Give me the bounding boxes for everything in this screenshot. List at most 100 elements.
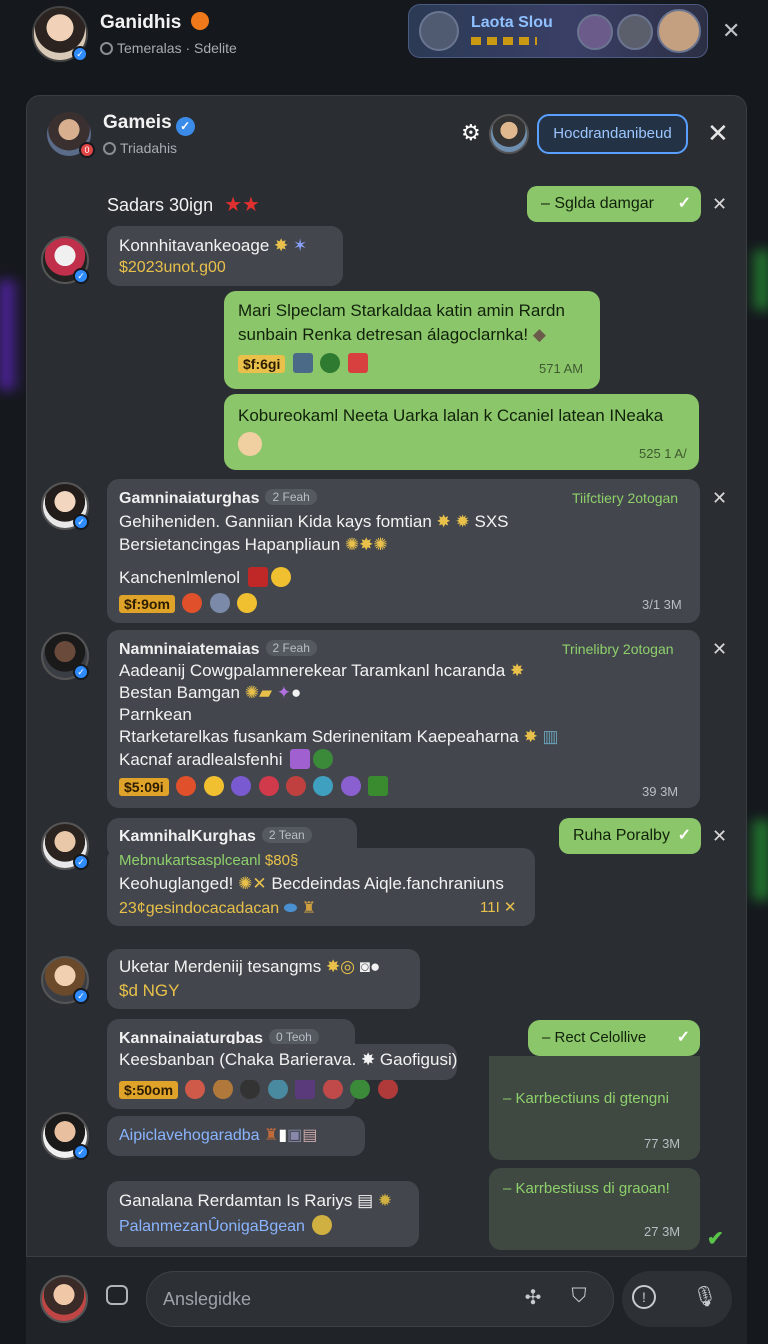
block-icon (247, 567, 268, 587)
bolt-icon (368, 776, 389, 796)
message-time: 77 3M (644, 1136, 681, 1151)
close-icon[interactable]: ✕ (712, 194, 727, 215)
close-icon[interactable]: ✕ (722, 18, 740, 44)
spider-icon: ✶ (293, 236, 308, 255)
sender-name: KamnihalKurghas 2 Tean (119, 827, 312, 846)
avatar[interactable]: ✓ (32, 6, 88, 62)
channel-subtitle: Temeralas · Sdelite (100, 40, 237, 56)
avatar[interactable]: ✓ (41, 956, 89, 1004)
fire-emoji-icon (190, 12, 209, 30)
status-bubble-label: – Karrbectiuns di gtengni (503, 1090, 669, 1107)
message-attachments: $5:09i (119, 776, 389, 797)
info-icon[interactable]: ! (632, 1285, 656, 1309)
message-line: Parnkean (119, 705, 192, 724)
verified-badge-icon: ✓ (73, 664, 89, 680)
status-pill[interactable]: – Sglda damgar ✓ (527, 186, 701, 222)
message-line: sunbain Renka detresan álagoclarnka! ◆ (238, 325, 546, 345)
notification-badge-icon: 0 (79, 142, 95, 158)
sender-name-text: KamnihalKurghas (119, 828, 256, 845)
sticker-icon[interactable] (106, 1285, 128, 1305)
message-text: Konnhitavankeoage ✸ ✶ (119, 236, 307, 256)
message-bubble[interactable]: Gamninaiaturghas 2 Feah Tiifctiery 2otoga… (107, 479, 700, 623)
message-line-tail: Becdeindas Aiqle.fanchraniuns (271, 874, 504, 893)
message-bubble[interactable]: Uketar Merdeniij tesangms ✸◎ ◙● $d NGY (107, 949, 420, 1009)
message-line-text: Gehiheniden. Ganniian Kida kays fomtian (119, 512, 432, 531)
background-glow (748, 250, 768, 310)
sender-tag: 2 Feah (265, 489, 317, 505)
message-bubble[interactable]: Aipiclavehogaradba ♜▮▣▤ (107, 1116, 365, 1156)
message-time: 3/1 3M (642, 597, 682, 612)
snowflake-icon (209, 593, 230, 613)
sender-tag: 0 Teoh (269, 1029, 319, 1045)
sparkle-icon: ✸◎ (325, 957, 356, 976)
group-avatar[interactable]: 0 (47, 112, 95, 158)
status-pill-label: – Sglda damgar (541, 195, 654, 212)
status-bubble[interactable]: – Karrbectiuns di gtengni 77 3M (489, 1056, 700, 1160)
message-bubble[interactable]: Keesbanban (Chaka Barierava. ✸ Gaofigusi… (107, 1044, 457, 1080)
user-avatar[interactable] (489, 114, 529, 154)
star-icon: ★★ (224, 194, 260, 216)
promo-avatar (657, 9, 701, 53)
message-bubble-outgoing[interactable]: Mari Slpeclam Starkaldaa katin amin Rard… (224, 291, 600, 389)
message-line-text: sunbain Renka detresan álagoclarnka! (238, 325, 529, 344)
background-glow (746, 820, 768, 900)
status-pill-label: – Rect Celollive (542, 1029, 647, 1046)
panel-title: Gameis ✓ (103, 112, 195, 136)
verified-badge-icon: ✓ (73, 854, 89, 870)
double-check-icon: ✔ (707, 1228, 724, 1250)
avatar[interactable]: ✓ (41, 632, 89, 680)
status-pill[interactable]: – Rect Celollive ✓ (528, 1020, 700, 1056)
ad-icon: ▤ (357, 1191, 374, 1210)
message-line-text: Bersietancingas Hapanpliaun (119, 535, 341, 554)
message-bubble[interactable]: Namninaiatemaias 2 Feah Trinelibry 2otoga… (107, 630, 700, 808)
status-pill[interactable]: Ruha Poralby ✓ (559, 818, 701, 854)
avatar[interactable]: ✓ (41, 482, 89, 530)
heart-icon (377, 1079, 398, 1099)
bomb-icon: ● (291, 683, 302, 702)
channel-title: Ganidhis (100, 12, 209, 34)
promo-banner[interactable]: Laota Slou (408, 4, 708, 58)
gear-icon[interactable]: ⚙ (461, 120, 481, 146)
microphone-icon[interactable]: 🎙 (692, 1284, 718, 1310)
close-icon[interactable]: ✕ (707, 118, 729, 149)
ghost-icon: ● (370, 957, 381, 976)
message-bubble[interactable]: Mebnukartsasplceanl $80§ Keohuglanged! ✺… (107, 848, 535, 926)
verified-badge-icon: ✓ (73, 514, 89, 530)
message-attachments: $f:6gi (238, 353, 368, 374)
message-line-text: Rtarketarelkas fusankam Sderinenitam Kae… (119, 727, 519, 746)
promo-thumbnail (419, 11, 459, 51)
price-tag: $5:09i (119, 778, 169, 796)
panel-header: 0 Gameis ✓ Triadahis ⚙ Hocdrandanibeud ✕ (27, 96, 746, 166)
avatar[interactable]: ✓ (41, 1112, 89, 1160)
message-bubble-outgoing[interactable]: Kobureokaml Neeta Uarka lalan k Ccaniel … (224, 394, 699, 470)
message-attachments: $:50om (119, 1079, 398, 1100)
status-bubble[interactable]: – Karrbestiuss di graoan! 27 3M (489, 1168, 700, 1250)
close-icon[interactable]: ✕ (712, 488, 727, 509)
leaf-icon (313, 749, 334, 769)
message-price: $d NGY (119, 981, 180, 1000)
verified-badge-icon: ✓ (73, 1144, 89, 1160)
message-composer: Anslegidke ✣ ⛉ ! 🎙 (26, 1256, 747, 1344)
message-line-text: Mebnukartsasplceanl (119, 852, 261, 869)
my-avatar[interactable] (40, 1275, 88, 1323)
message-line: Mari Slpeclam Starkaldaa katin amin Rard… (238, 301, 565, 320)
message-bubble[interactable]: Ganalana Rerdamtan Is Rariys ▤ ✹ Palanme… (107, 1181, 419, 1247)
message-line: Rtarketarelkas fusankam Sderinenitam Kae… (119, 727, 559, 747)
price-tag: $f:9om (119, 595, 175, 613)
message-line: Bestan Bamgan ✺▰ ✦● (119, 683, 301, 703)
puzzle-icon[interactable]: ✣ (520, 1285, 546, 1311)
message-line-text: Kacnaf aradlealsfenhi (119, 750, 283, 769)
close-icon[interactable]: ✕ (712, 826, 727, 847)
header-action-button[interactable]: Hocdrandanibeud (537, 114, 688, 154)
avatar[interactable]: ✓ (41, 822, 89, 870)
shield-icon[interactable]: ⛉ (566, 1285, 592, 1311)
close-icon[interactable]: ✕ (712, 639, 727, 660)
angry-emoji-icon (176, 776, 197, 796)
channel-subtitle-text: Temeralas · Sdelite (117, 40, 237, 56)
message-line-text: Aadeanij Cowgpalamnerekear Taramkanl hca… (119, 661, 506, 680)
verified-badge-icon: ✓ (73, 988, 89, 1004)
message-line: Uketar Merdeniij tesangms ✸◎ ◙● (119, 957, 380, 977)
ball-icon (185, 1079, 206, 1099)
message-bubble[interactable]: Konnhitavankeoage ✸ ✶ $2023unot.g00 (107, 226, 343, 286)
avatar[interactable]: ✓ (41, 236, 89, 284)
